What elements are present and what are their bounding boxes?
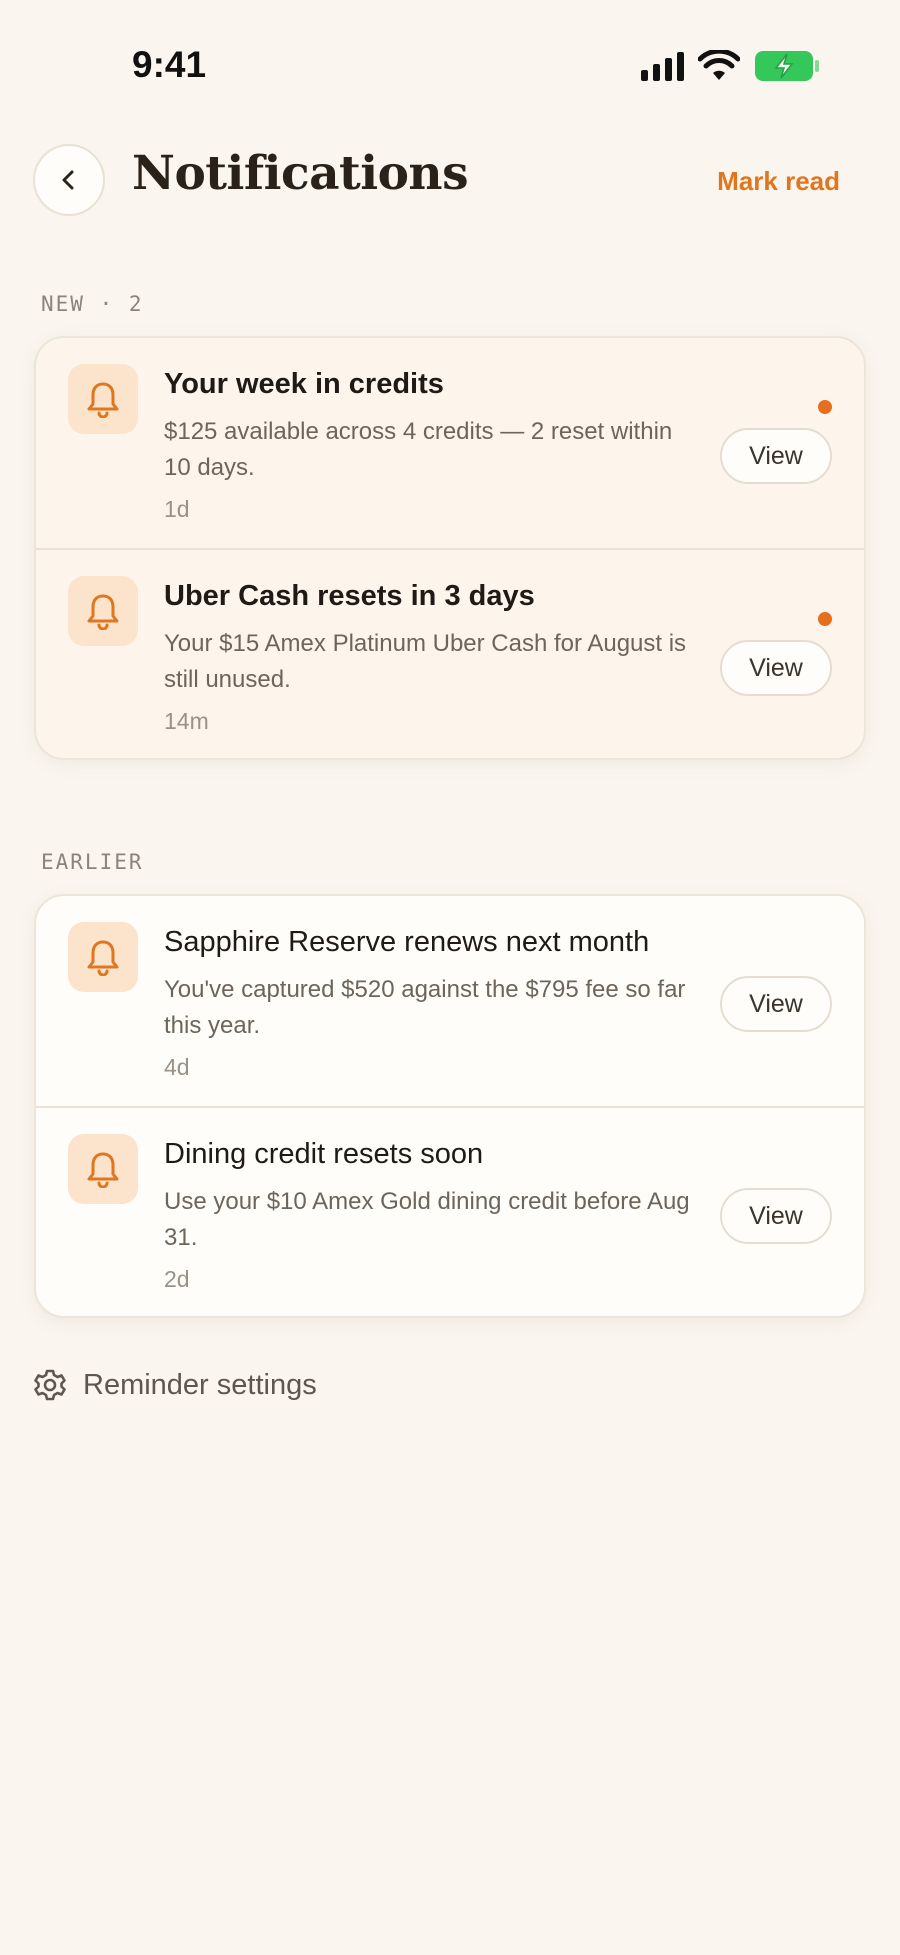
bell-icon [68,922,138,992]
notification-row[interactable]: Your week in credits $125 available acro… [36,338,864,548]
notification-title: Your week in credits [164,368,444,400]
notification-time: 1d [164,496,190,522]
back-button[interactable] [33,144,105,216]
notification-body: Use your $10 Amex Gold dining credit bef… [164,1188,690,1251]
bell-icon [68,1134,138,1204]
gear-icon [34,1369,66,1401]
bell-icon [68,576,138,646]
notification-row[interactable]: Uber Cash resets in 3 days Your $15 Amex… [36,548,864,758]
earlier-notifications-card: Sapphire Reserve renews next month You'v… [34,894,866,1318]
view-button[interactable]: View [720,640,832,696]
section-label-earlier: EARLIER [41,850,144,874]
notification-title: Sapphire Reserve renews next month [164,926,650,958]
mark-read-button[interactable]: Mark read [717,166,840,197]
page-title: Notifications [132,146,469,201]
unread-dot [818,612,832,626]
notification-body: Your $15 Amex Platinum Uber Cash for Aug… [164,630,687,693]
status-icons [641,50,820,82]
notification-time: 4d [164,1054,190,1080]
notification-body: $125 available across 4 credits — 2 rese… [164,418,673,481]
section-label-new: NEW · 2 [41,292,144,316]
status-bar: 9:41 [0,0,900,130]
notification-title: Dining credit resets soon [164,1138,484,1170]
notification-time: 2d [164,1266,190,1292]
reminder-settings-link[interactable]: Reminder settings [33,1368,317,1402]
view-button[interactable]: View [720,976,832,1032]
status-time: 9:41 [132,44,207,85]
view-button[interactable]: View [720,1188,832,1244]
new-notifications-card: Your week in credits $125 available acro… [34,336,866,760]
notification-body: You've captured $520 against the $795 fe… [164,976,686,1039]
unread-dot [818,400,832,414]
notification-row[interactable]: Dining credit resets soon Use your $10 A… [36,1106,864,1316]
notification-title: Uber Cash resets in 3 days [164,580,535,612]
bell-icon [68,364,138,434]
battery-charging-icon [754,50,820,82]
view-button[interactable]: View [720,428,832,484]
wifi-icon [698,50,740,82]
cellular-signal-icon [641,51,684,81]
notification-row[interactable]: Sapphire Reserve renews next month You'v… [36,896,864,1106]
notification-time: 14m [164,708,209,734]
reminder-settings-label: Reminder settings [83,1368,317,1401]
chevron-left-icon [62,170,74,190]
